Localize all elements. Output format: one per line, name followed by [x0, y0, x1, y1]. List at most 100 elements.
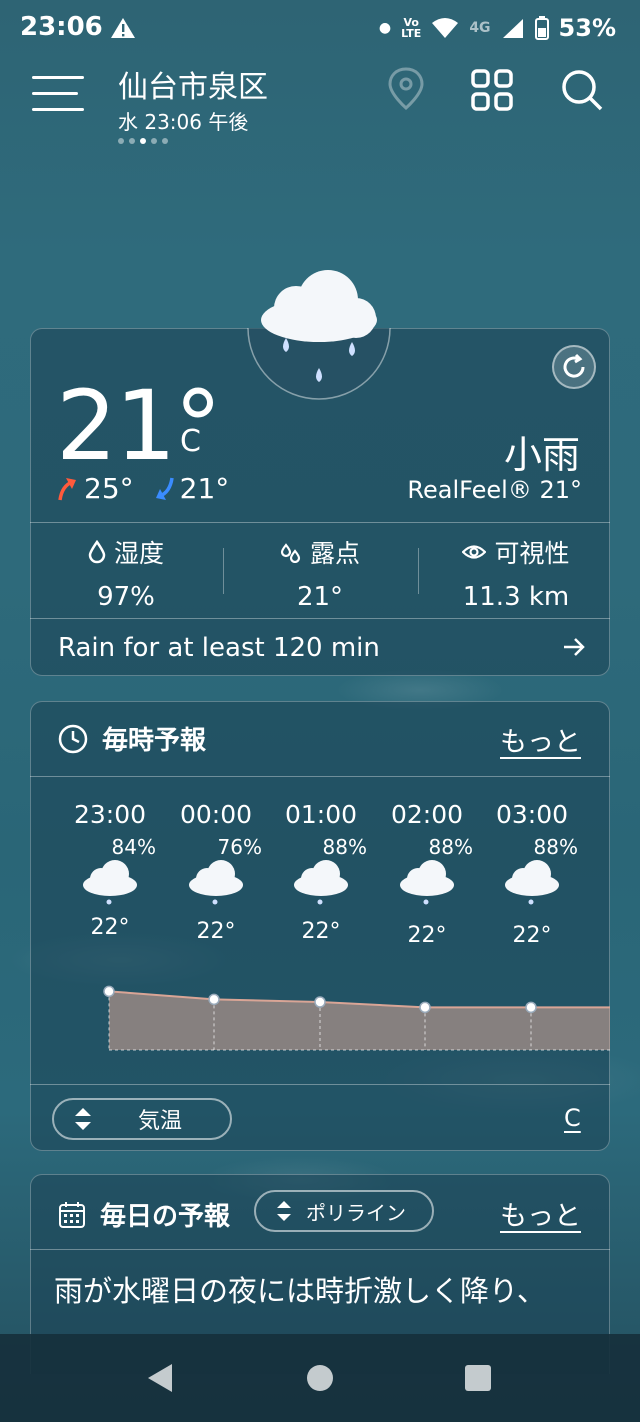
metric-label: 気温 — [138, 1109, 183, 1134]
hourly-item[interactable]: 23:00 84% 22° — [60, 800, 160, 940]
calendar-icon — [59, 1201, 85, 1228]
chart-point-23:00 — [103, 985, 115, 998]
network-type: 4G — [469, 20, 491, 36]
widgets-grid-icon[interactable] — [470, 68, 514, 116]
stat-value: 97% — [97, 582, 155, 612]
chart-point-03:00 — [525, 1001, 537, 1014]
page-indicator — [118, 138, 168, 144]
hour-time: 02:00 — [390, 800, 464, 829]
divider — [30, 618, 610, 619]
arrow-right-icon[interactable] — [562, 636, 586, 662]
stat-label: 露点 — [309, 539, 360, 568]
home-icon[interactable] — [306, 1364, 334, 1392]
location-pin-icon[interactable] — [386, 66, 426, 116]
dot-icon: ● — [378, 20, 392, 36]
hourly-temperature-chart — [103, 985, 610, 1051]
city-name[interactable]: 仙台市泉区 — [118, 62, 268, 106]
daily-summary: 雨が水曜日の夜には時折激しく降り、 — [54, 1274, 546, 1308]
status-right: ● Vo LTE 4G 53% — [379, 14, 616, 42]
stat-humidity: 湿度 97% — [36, 534, 216, 612]
daily-title-text: 毎日の予報 — [100, 1202, 231, 1232]
high-temp: 25° — [84, 472, 134, 505]
unit-toggle[interactable]: C — [564, 1104, 581, 1132]
stat-value: 11.3 km — [462, 582, 570, 612]
hourly-item[interactable]: 02:00 88% 22° — [377, 800, 477, 948]
battery-icon — [534, 16, 549, 40]
hour-temp: 22° — [301, 919, 341, 944]
hourly-item[interactable]: 03:00 88% 22° — [482, 800, 582, 948]
hour-temp: 22° — [407, 923, 447, 948]
sort-arrows-icon — [277, 1201, 291, 1221]
rain-cloud-icon — [400, 860, 454, 905]
realfeel-text: RealFeel® 21° — [407, 476, 582, 504]
battery-percent: 53% — [558, 14, 616, 42]
clock-icon — [58, 724, 88, 753]
rain-cloud-icon — [505, 860, 559, 905]
condition-text: 小雨 — [503, 433, 580, 477]
hour-precip: 88% — [533, 835, 578, 859]
refresh-icon[interactable] — [552, 345, 596, 389]
droplet-icon — [88, 540, 106, 564]
daily-more-link[interactable]: もっと — [500, 1194, 581, 1233]
chart-point-00:00 — [208, 993, 220, 1006]
stat-label: 可視性 — [494, 539, 570, 568]
hourly-title-text: 毎時予報 — [102, 726, 207, 756]
menu-icon[interactable] — [32, 76, 84, 116]
daily-mode-label: ポリライン — [306, 1200, 406, 1225]
back-icon[interactable] — [146, 1362, 174, 1394]
hour-precip: 88% — [322, 835, 367, 859]
search-icon[interactable] — [560, 68, 604, 116]
hourly-title: 毎時予報 — [58, 720, 206, 757]
local-time: 水 23:06 午後 — [118, 110, 249, 134]
wifi-icon — [432, 18, 459, 38]
divider — [30, 522, 610, 523]
status-time: 23:06 — [20, 12, 103, 42]
temperature-area — [109, 991, 610, 1050]
hour-time: 23:00 — [73, 800, 147, 829]
divider — [418, 548, 419, 594]
hourly-item[interactable]: 01:00 88% 22° — [271, 800, 371, 944]
low-temp: 21° — [179, 472, 230, 505]
stat-label: 湿度 — [113, 539, 164, 568]
arrow-down-icon — [155, 477, 174, 500]
hour-precip: 76% — [217, 835, 262, 859]
rain-cloud-icon — [83, 860, 137, 905]
hour-temp: 22° — [90, 915, 130, 940]
hour-temp: 22° — [196, 919, 236, 944]
hour-precip: 88% — [428, 835, 473, 859]
rain-cloud-icon — [246, 268, 392, 400]
divider — [30, 1249, 610, 1250]
recents-icon[interactable] — [464, 1364, 492, 1392]
temperature-unit: C — [180, 424, 201, 459]
hourly-item[interactable]: 00:00 76% 22° — [166, 800, 266, 944]
hour-time: 03:00 — [495, 800, 569, 829]
divider — [30, 1084, 610, 1085]
eye-icon — [462, 545, 487, 559]
warning-icon — [110, 16, 136, 44]
high-low: 25° 21° — [56, 472, 229, 505]
hour-temp: 22° — [512, 923, 552, 948]
daily-mode-selector[interactable]: ポリライン — [254, 1190, 434, 1232]
stat-dewpoint: 露点 21° — [230, 534, 410, 612]
hourly-more-link[interactable]: もっと — [500, 720, 581, 759]
chart-point-02:00 — [419, 1001, 431, 1014]
hour-precip: 84% — [111, 835, 156, 859]
signal-icon — [502, 19, 523, 38]
hour-time: 01:00 — [284, 800, 358, 829]
divider — [223, 548, 224, 594]
volte-icon: Vo LTE — [401, 16, 422, 40]
stat-value: 21° — [296, 582, 344, 612]
divider — [30, 776, 610, 777]
sort-arrows-icon — [75, 1108, 91, 1130]
stat-visibility: 可視性 11.3 km — [426, 534, 606, 612]
system-nav-bar — [0, 1334, 640, 1422]
arrow-up-icon — [58, 477, 76, 500]
hour-time: 00:00 — [179, 800, 253, 829]
dewpoint-icon — [280, 543, 301, 563]
metric-selector[interactable]: 気温 — [52, 1098, 232, 1140]
chart-point-01:00 — [314, 996, 326, 1008]
rain-cloud-icon — [189, 860, 243, 905]
rain-minute-cast[interactable]: Rain for at least 120 min — [58, 633, 380, 663]
daily-title: 毎日の予報 — [58, 1196, 230, 1233]
rain-cloud-icon — [294, 860, 348, 905]
